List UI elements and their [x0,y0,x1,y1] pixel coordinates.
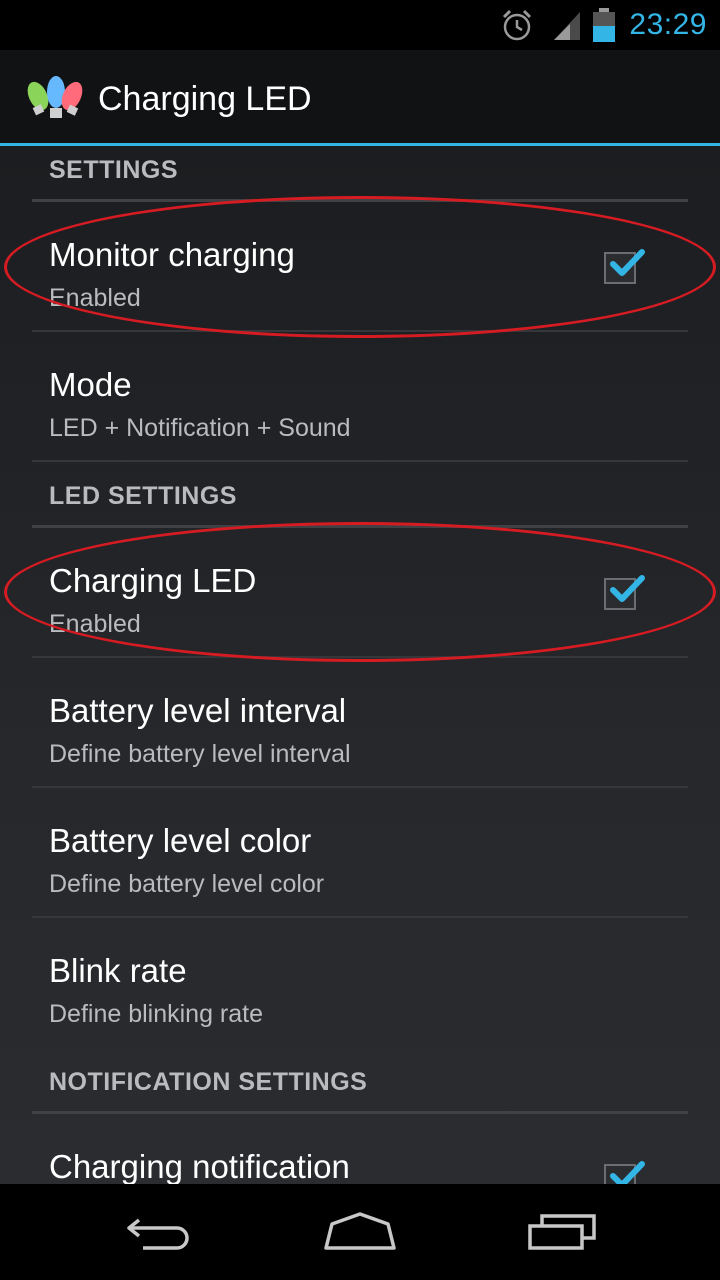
pref-title: Battery level color [49,822,312,859]
action-bar: Charging LED [0,50,720,146]
section-header-label: SETTINGS [49,156,179,184]
pref-summary: Define battery level interval [49,740,351,768]
pref-title: Charging notification [49,1148,350,1184]
recent-apps-icon[interactable] [512,1206,612,1258]
pref-charging-led[interactable]: Charging LED Enabled [32,528,688,658]
alarm-icon [500,8,534,47]
pref-summary: Enabled [49,284,141,312]
pref-title: Blink rate [49,952,187,989]
section-header-led-settings: LED SETTINGS [32,472,688,528]
pref-summary: Enabled [49,610,141,638]
checkmark-icon [610,1161,645,1184]
status-bar: 23:29 [0,0,720,50]
pref-title: Charging LED [49,562,257,599]
navigation-bar [0,1184,720,1280]
monitor-charging-checkbox[interactable] [604,249,645,284]
section-header-label: NOTIFICATION SETTINGS [49,1068,368,1096]
section-header-label: LED SETTINGS [49,482,237,510]
preference-list[interactable]: SETTINGS Monitor charging Enabled Mode L… [0,146,720,1184]
pref-title: Mode [49,366,132,403]
pref-battery-level-interval[interactable]: Battery level interval Define battery le… [32,658,688,788]
pref-title: Monitor charging [49,236,295,273]
pref-charging-notification[interactable]: Charging notification [32,1114,688,1184]
pref-mode[interactable]: Mode LED + Notification + Sound [32,332,688,462]
clock: 23:29 [629,8,707,41]
charging-notification-checkbox[interactable] [604,1161,645,1184]
section-header-settings: SETTINGS [32,146,688,202]
checkmark-icon [610,249,645,276]
page-title: Charging LED [98,80,312,118]
pref-summary: Define battery level color [49,870,325,898]
led-lights-icon[interactable] [24,72,88,124]
pref-battery-level-color[interactable]: Battery level color Define battery level… [32,788,688,918]
back-icon[interactable] [110,1206,210,1258]
signal-icon [552,8,582,47]
pref-title: Battery level interval [49,692,347,729]
battery-icon [592,8,616,47]
pref-summary: Define blinking rate [49,1000,264,1028]
home-icon[interactable] [310,1206,410,1258]
pref-blink-rate[interactable]: Blink rate Define blinking rate [32,918,688,1048]
checkmark-icon [610,575,645,602]
pref-summary: LED + Notification + Sound [49,414,351,442]
charging-led-checkbox[interactable] [604,575,645,610]
pref-monitor-charging[interactable]: Monitor charging Enabled [32,202,688,332]
section-header-notification-settings: NOTIFICATION SETTINGS [32,1058,688,1114]
